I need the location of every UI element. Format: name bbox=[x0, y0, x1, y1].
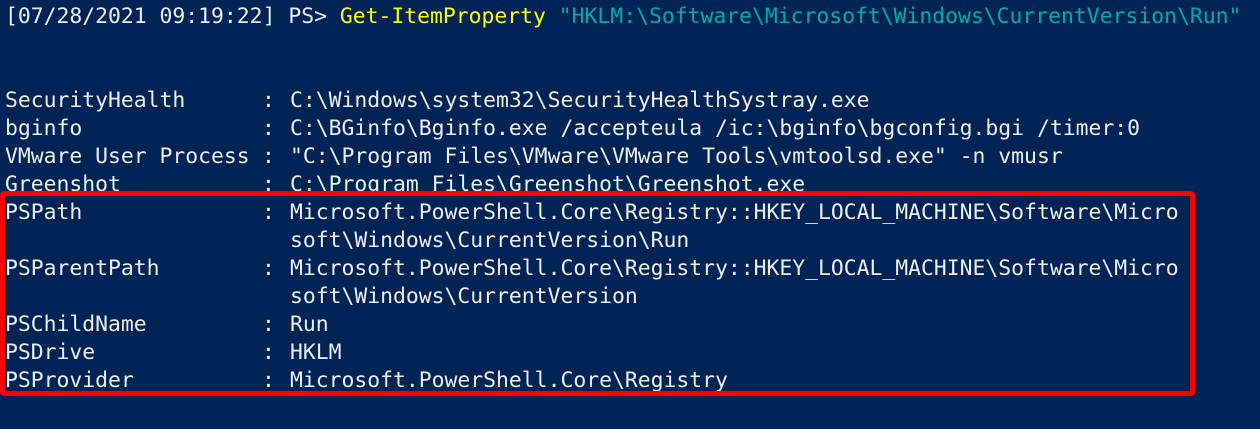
property-name: SecurityHealth bbox=[5, 88, 186, 113]
property-value: Microsoft.PowerShell.Core\Registry bbox=[290, 368, 728, 393]
property-value: Microsoft.PowerShell.Core\Registry::HKEY… bbox=[290, 200, 1179, 225]
property-name: Greenshot bbox=[5, 172, 121, 197]
property-separator: : bbox=[262, 200, 288, 225]
property-value: Microsoft.PowerShell.Core\Registry::HKEY… bbox=[290, 256, 1179, 281]
powershell-console[interactable]: [07/28/2021 09:19:22] PS> Get-ItemProper… bbox=[0, 0, 1260, 429]
property-separator: : bbox=[262, 88, 288, 113]
prompt-line: [07/28/2021 09:19:22] PS> Get-ItemProper… bbox=[5, 3, 1241, 31]
property-name: PSParentPath bbox=[5, 256, 160, 281]
command-argument: "HKLM:\Software\Microsoft\Windows\Curren… bbox=[558, 4, 1242, 29]
property-name: PSProvider bbox=[5, 368, 134, 393]
property-name: PSDrive bbox=[5, 340, 96, 365]
property-value: HKLM bbox=[290, 340, 342, 365]
property-separator: : bbox=[262, 368, 288, 393]
property-separator: : bbox=[262, 172, 288, 197]
property-row: SecurityHealth: C:\Windows\system32\Secu… bbox=[5, 87, 870, 115]
property-value-continuation: soft\Windows\CurrentVersion bbox=[290, 284, 638, 309]
property-separator: : bbox=[262, 312, 288, 337]
property-separator: : bbox=[262, 340, 288, 365]
property-value: C:\Windows\system32\SecurityHealthSystra… bbox=[290, 88, 870, 113]
property-row: VMware User Process: "C:\Program Files\V… bbox=[5, 143, 1063, 171]
property-row: Greenshot: C:\Program Files\Greenshot\Gr… bbox=[5, 171, 805, 199]
property-row: PSProvider: Microsoft.PowerShell.Core\Re… bbox=[5, 367, 728, 395]
prompt-prefix: [07/28/2021 09:19:22] PS> bbox=[5, 4, 340, 29]
property-value: "C:\Program Files\VMware\VMware Tools\vm… bbox=[290, 144, 1063, 169]
property-separator: : bbox=[262, 116, 288, 141]
property-row: PSPath: Microsoft.PowerShell.Core\Regist… bbox=[5, 199, 1179, 227]
property-row: bginfo: C:\BGinfo\Bginfo.exe /accepteula… bbox=[5, 115, 1140, 143]
property-name: PSChildName bbox=[5, 312, 147, 337]
property-name: bginfo bbox=[5, 116, 83, 141]
property-name: PSPath bbox=[5, 200, 83, 225]
property-row: PSParentPath: Microsoft.PowerShell.Core\… bbox=[5, 255, 1179, 283]
property-name: VMware User Process bbox=[5, 144, 250, 169]
property-row: PSDrive: HKLM bbox=[5, 339, 342, 367]
property-value: C:\Program Files\Greenshot\Greenshot.exe bbox=[290, 172, 806, 197]
property-row: PSChildName: Run bbox=[5, 311, 329, 339]
property-separator: : bbox=[262, 256, 288, 281]
property-separator: : bbox=[262, 144, 288, 169]
property-value: C:\BGinfo\Bginfo.exe /accepteula /ic:\bg… bbox=[290, 116, 1140, 141]
property-value-continuation: soft\Windows\CurrentVersion\Run bbox=[290, 228, 690, 253]
property-value: Run bbox=[290, 312, 329, 337]
command-name: Get-ItemProperty bbox=[339, 4, 546, 29]
